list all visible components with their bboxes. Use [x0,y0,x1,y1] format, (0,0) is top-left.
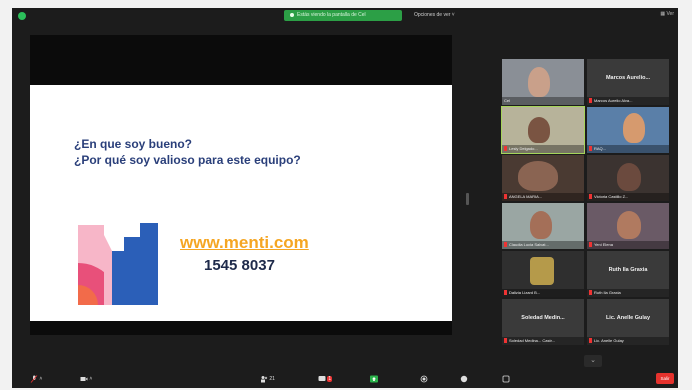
participant-video [530,211,552,239]
security-shield-icon[interactable] [18,12,26,20]
participant-tile[interactable]: Marcos Aurelio... Marcos Aurelio Alva... [587,59,669,105]
presentation-slide: ¿En que soy bueno? ¿Por qué soy valioso … [30,85,452,321]
participant-name: Marcos Aurelio Alva... [587,97,669,105]
participant-tile[interactable]: Lic. Anelle Gulay Lic. Anelle Gulay [587,299,669,345]
participant-tile[interactable]: Soledad Medin... Soledad Medina... Castr… [502,299,584,345]
muted-mic-icon [589,290,592,296]
share-indicator-icon [290,12,294,17]
meeting-toolbar: ˄ ˄ 21 1 Salir [12,370,678,388]
participant-avatar [530,257,554,285]
muted-mic-icon [589,146,592,152]
scroll-down-icon[interactable]: ⌄ [584,355,602,367]
screen-share-banner: Estás viendo la pantalla de Cel [284,10,402,21]
participant-tile[interactable]: Yeni Elena [587,203,669,249]
muted-mic-icon [504,242,507,248]
reactions-button[interactable] [460,373,468,385]
participant-video [528,67,550,97]
participant-initials-name: Marcos Aurelio... [605,75,651,81]
participant-video [623,113,645,143]
chat-badge: 1 [327,376,333,382]
participant-name: RAQ... [587,145,669,153]
more-button[interactable] [502,373,510,385]
muted-mic-icon [504,146,507,152]
view-toggle-button[interactable]: ▦ Ver [660,11,674,17]
participants-button[interactable]: 21 [260,373,275,385]
participant-name: ANGELA MARIA... [502,193,584,201]
participant-initials-name: Soledad Medin... [521,315,565,321]
video-options-caret[interactable]: ˄ [89,376,92,382]
participant-tile[interactable]: RAQ... [587,107,669,153]
participant-video [528,117,550,143]
muted-mic-icon [504,290,507,296]
participant-video [617,163,641,191]
participant-name: Yeni Elena [587,241,669,249]
share-banner-text: Estás viendo la pantalla de Cel [297,12,366,18]
participant-name: Soledad Medina... Castr... [502,337,584,345]
video-button[interactable]: ˄ [80,373,92,385]
shared-screen: ¿En que soy bueno? ¿Por qué soy valioso … [30,35,452,335]
participant-name: Claudia Lucia Salvat... [502,241,584,249]
muted-mic-icon [504,338,507,344]
muted-mic-icon [589,242,592,248]
participants-count: 21 [269,376,275,382]
participant-name: Cel [502,97,584,105]
participant-tile[interactable]: ANGELA MARIA... [502,155,584,201]
panel-resize-handle[interactable] [466,193,469,205]
slide-question-2: ¿Por qué soy valioso para este equipo? [74,153,301,167]
microphone-muted-icon [30,374,38,383]
participant-video [617,211,641,239]
record-icon [420,375,428,383]
zoom-window: Estás viendo la pantalla de Cel Opciones… [12,8,678,388]
muted-mic-icon [589,98,592,104]
participant-name: Dalizia Lizard B... [502,289,584,297]
participant-tile-active[interactable]: Lesly Delgado... [501,106,585,154]
view-options-button[interactable]: Opciones de ver ˅ [414,10,455,21]
participant-video [518,161,558,191]
video-camera-icon [80,376,88,381]
record-button[interactable] [420,373,428,385]
participant-tile[interactable]: Cel [502,59,584,105]
chat-icon [318,375,326,381]
participant-name: Victoria Castillo Z... [587,193,669,201]
reactions-icon [460,375,468,382]
participant-tile[interactable]: Dalizia Lizard B... [502,251,584,297]
mute-button[interactable]: ˄ [30,373,42,385]
menti-code: 1545 8037 [204,257,275,274]
share-screen-button[interactable] [370,373,378,385]
slide-question-1: ¿En que soy bueno? [74,137,193,151]
participant-name: Lesly Delgado... [502,145,584,153]
muted-mic-icon [589,338,592,344]
more-icon [502,375,510,383]
leave-meeting-button[interactable]: Salir [656,373,674,384]
mentimeter-logo-icon [78,223,158,305]
participant-tile[interactable]: Victoria Castillo Z... [587,155,669,201]
share-screen-icon [370,375,378,383]
participant-tile[interactable]: Claudia Lucia Salvat... [502,203,584,249]
mute-options-caret[interactable]: ˄ [39,376,42,382]
participants-icon [261,375,268,383]
participant-initials-name: Lic. Anelle Gulay [605,315,651,321]
muted-mic-icon [589,194,592,200]
menti-url-link[interactable]: www.menti.com [180,233,309,253]
chat-button[interactable]: 1 [318,373,333,385]
participant-initials-name: Ruth Ila Graxia [608,267,648,273]
participant-name: Lic. Anelle Gulay [587,337,669,345]
participant-tile[interactable]: Ruth Ila Graxia Ruth Ila Graxia [587,251,669,297]
muted-mic-icon [504,194,507,200]
top-bar: Estás viendo la pantalla de Cel Opciones… [12,8,678,24]
participant-name: Ruth Ila Graxia [587,289,669,297]
